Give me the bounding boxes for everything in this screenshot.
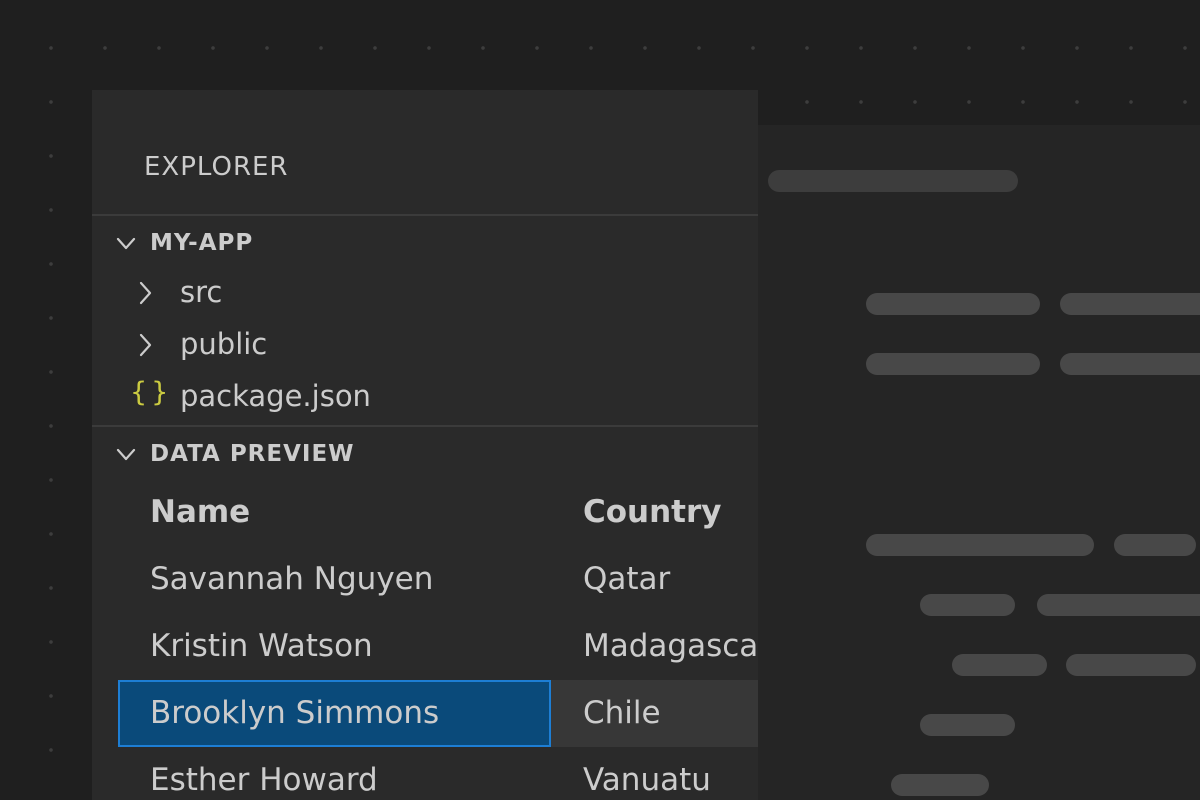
column-header-name[interactable]: Name — [118, 479, 551, 546]
divider — [92, 425, 758, 427]
table-row[interactable]: Savannah Nguyen Qatar — [92, 546, 758, 613]
tree-item-package-json[interactable]: {} package.json — [92, 373, 758, 421]
code-line-placeholder — [1066, 654, 1196, 676]
code-line-placeholder — [1060, 293, 1200, 315]
divider — [92, 214, 758, 216]
column-header-country[interactable]: Country — [551, 479, 758, 546]
explorer-title: EXPLORER — [144, 152, 289, 182]
table-cell-country[interactable]: Chile — [551, 680, 758, 747]
code-line-placeholder — [891, 774, 989, 796]
code-line-placeholder — [920, 714, 1015, 736]
code-line-placeholder — [866, 534, 1094, 556]
tree-item-label: public — [180, 327, 268, 361]
explorer-sidebar: EXPLORER MY-APP src public {} package.js… — [92, 90, 758, 800]
json-braces-icon: {} — [130, 377, 173, 408]
table-cell-country[interactable]: Madagascar — [551, 613, 758, 680]
code-line-placeholder — [952, 654, 1047, 676]
section-label: MY-APP — [150, 230, 254, 256]
tree-item-public[interactable]: public — [92, 321, 758, 369]
tree-item-src[interactable]: src — [92, 269, 758, 317]
section-header-data-preview[interactable]: DATA PREVIEW — [92, 435, 758, 475]
code-line-placeholder — [1114, 534, 1196, 556]
tree-item-label: package.json — [180, 379, 371, 413]
editor-area[interactable] — [758, 125, 1200, 800]
table-cell-country[interactable]: Vanuatu — [551, 747, 758, 800]
table-cell-name[interactable]: Esther Howard — [118, 747, 551, 800]
code-line-placeholder — [920, 594, 1015, 616]
code-line-placeholder — [1060, 353, 1200, 375]
code-line-placeholder — [866, 353, 1040, 375]
chevron-down-icon — [116, 236, 136, 255]
tree-item-label: src — [180, 275, 223, 309]
chevron-down-icon — [116, 447, 136, 466]
table-cell-name[interactable]: Kristin Watson — [118, 613, 551, 680]
chevron-right-icon — [138, 333, 152, 361]
table-cell-name-selected[interactable]: Brooklyn Simmons — [118, 680, 551, 747]
table-row-selected[interactable]: Brooklyn Simmons Chile — [92, 680, 758, 747]
table-cell-country[interactable]: Qatar — [551, 546, 758, 613]
section-header-my-app[interactable]: MY-APP — [92, 224, 758, 264]
section-label: DATA PREVIEW — [150, 441, 355, 467]
table-cell-name[interactable]: Savannah Nguyen — [118, 546, 551, 613]
code-line-placeholder — [866, 293, 1040, 315]
chevron-right-icon — [138, 281, 152, 309]
table-row[interactable]: Kristin Watson Madagascar — [92, 613, 758, 680]
table-header-row: Name Country — [92, 479, 758, 546]
table-row[interactable]: Esther Howard Vanuatu — [92, 747, 758, 800]
editor-tab-placeholder — [768, 170, 1018, 192]
code-line-placeholder — [1037, 594, 1200, 616]
